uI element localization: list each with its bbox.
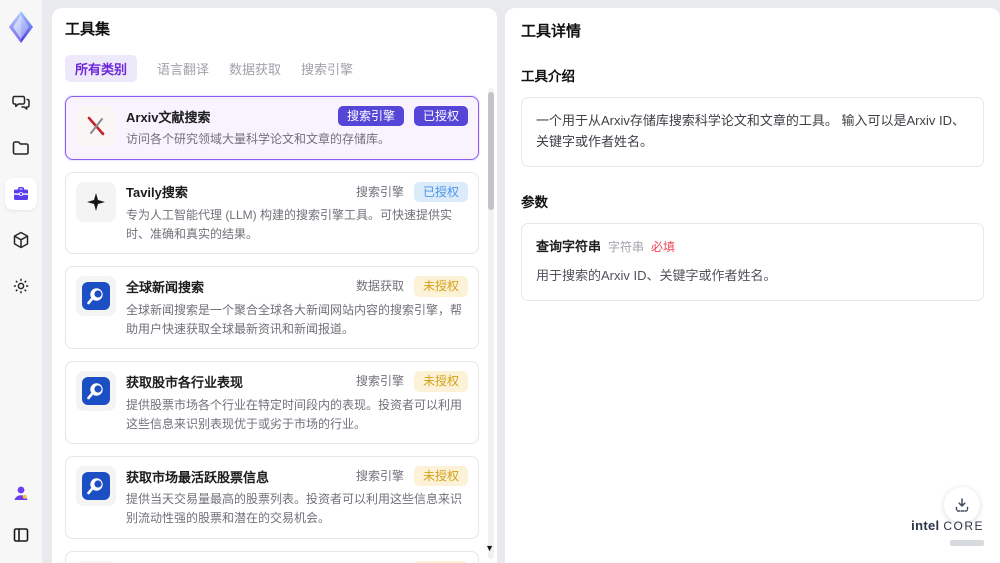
- chat-icon: [11, 92, 31, 112]
- intro-heading: 工具介绍: [521, 69, 575, 84]
- param-required-flag: 必填: [651, 239, 676, 254]
- sidebar-item-files[interactable]: [5, 132, 37, 164]
- app-sidebar: [0, 0, 42, 563]
- intel-sub-badge: [950, 540, 984, 546]
- sidebar-item-settings[interactable]: [5, 270, 37, 302]
- auth-status-badge: 已授权: [413, 106, 468, 127]
- sidebar-item-tools[interactable]: [5, 178, 37, 210]
- category-label: 搜索引擎: [355, 374, 404, 389]
- tool-list: Arxiv文献搜索 搜索引擎 已授权 访问各个研究领域大量科学论文和文章的存储库…: [65, 96, 479, 563]
- tool-description: 提供当天交易量最高的股票列表。投资者可以利用这些信息来识别流动性强的股票和潜在的…: [126, 492, 463, 526]
- intel-core-logo: intel core: [911, 518, 984, 551]
- tool-title: 获取股市各行业表现: [126, 374, 244, 390]
- toolbox-icon: [11, 184, 31, 204]
- auth-status-badge: 未授权: [413, 465, 468, 487]
- core-wordmark: core: [943, 519, 984, 533]
- intel-wordmark: intel: [911, 518, 940, 533]
- tool-details-panel: 工具详情 工具介绍 一个用于从Arxiv存储库搜索科学论文和文章的工具。 输入可…: [505, 8, 1000, 563]
- tab-language-translation[interactable]: 语言翻译: [157, 59, 209, 78]
- scrollbar-thumb[interactable]: [488, 92, 494, 210]
- category-tabs: 所有类别 语言翻译 数据获取 搜索引擎: [65, 55, 484, 82]
- cube-icon: [11, 230, 31, 250]
- tool-intro-box: 一个用于从Arxiv存储库搜索科学论文和文章的工具。 输入可以是Arxiv ID…: [521, 97, 984, 167]
- tool-description: 访问各个研究领域大量科学论文和文章的存储库。: [126, 132, 391, 147]
- tool-description: 提供股票市场各个行业在特定时间段内的表现。投资者可以利用这些信息来识别表现优于或…: [126, 397, 463, 431]
- category-label: 搜索引擎: [355, 468, 404, 483]
- param-description: 用于搜索的Arxiv ID、关键字或作者姓名。: [536, 268, 777, 284]
- gear-icon: [11, 276, 31, 296]
- sidebar-item-plugins[interactable]: [5, 224, 37, 256]
- tool-description: 专为人工智能代理 (LLM) 构建的搜索引擎工具。可快速提供实时、准确和真实的结…: [126, 207, 453, 242]
- category-badge: 搜索引擎: [337, 106, 404, 127]
- arxiv-icon: [76, 106, 116, 146]
- user-avatar[interactable]: [5, 477, 37, 509]
- news-search-icon: [76, 276, 116, 317]
- stock-sector-icon: [76, 371, 116, 412]
- tool-card-arxiv[interactable]: Arxiv文献搜索 搜索引擎 已授权 访问各个研究领域大量科学论文和文章的存储库…: [65, 96, 479, 160]
- param-name: 查询字符串: [536, 238, 602, 254]
- tool-title: 获取市场最活跃股票信息: [126, 469, 270, 485]
- tab-all-categories[interactable]: 所有类别: [65, 55, 138, 82]
- tools-panel: 工具集 所有类别 语言翻译 数据获取 搜索引擎 Arxiv文献搜索 搜索引擎 已…: [52, 8, 497, 563]
- tool-card-regional-news[interactable]: 万维地区新闻查询 搜索引擎 未授权 查询具体行政区划内的新闻，快速了解各地新闻动: [65, 550, 479, 563]
- auth-status-badge: 未授权: [413, 371, 468, 392]
- folder-icon: [11, 138, 31, 158]
- sidebar-nav: [5, 86, 37, 302]
- tool-card-tavily[interactable]: Tavily搜索 搜索引擎 已授权 专为人工智能代理 (LLM) 构建的搜索引擎…: [65, 171, 479, 255]
- details-panel-title: 工具详情: [521, 23, 582, 40]
- sidebar-bottom: [5, 477, 37, 551]
- category-label: 数据获取: [355, 279, 404, 294]
- tool-title: Arxiv文献搜索: [126, 109, 211, 125]
- auth-status-badge: 已授权: [413, 181, 468, 202]
- tools-panel-title: 工具集: [65, 21, 111, 38]
- tool-card-global-news[interactable]: 全球新闻搜索 数据获取 未授权 全球新闻搜索是一个聚合全球各大新闻网站内容的搜索…: [65, 266, 479, 350]
- tool-card-active-stocks[interactable]: 获取市场最活跃股票信息 搜索引擎 未授权 提供当天交易量最高的股票列表。投资者可…: [65, 455, 479, 539]
- tool-description: 全球新闻搜索是一个聚合全球各大新闻网站内容的搜索引擎，帮助用户快速获取全球最新资…: [126, 302, 463, 336]
- tool-title: 全球新闻搜索: [126, 280, 205, 296]
- panel-toggle-icon: [12, 526, 30, 544]
- sidebar-item-chat[interactable]: [5, 86, 37, 118]
- tab-search-engine[interactable]: 搜索引擎: [301, 59, 353, 78]
- collapse-sidebar-button[interactable]: [5, 519, 37, 551]
- tavily-icon: [76, 181, 116, 222]
- tool-card-stock-sectors[interactable]: 获取股市各行业表现 搜索引擎 未授权 提供股票市场各个行业在特定时间段内的表现。…: [65, 361, 479, 444]
- scroll-down-indicator[interactable]: ▼: [485, 544, 494, 553]
- list-scrollbar[interactable]: [488, 88, 494, 559]
- download-icon: [953, 496, 971, 514]
- tab-data-fetch[interactable]: 数据获取: [229, 59, 281, 78]
- user-icon: [11, 483, 31, 503]
- category-label: 搜索引擎: [355, 184, 404, 199]
- app-logo-icon: [6, 10, 36, 44]
- params-heading: 参数: [521, 194, 548, 210]
- parameter-card: 查询字符串 字符串 必填 用于搜索的Arxiv ID、关键字或作者姓名。: [521, 222, 984, 302]
- tool-title: Tavily搜索: [126, 185, 188, 201]
- stock-active-icon: [76, 465, 116, 506]
- auth-status-badge: 未授权: [413, 276, 468, 297]
- param-type: 字符串: [608, 239, 645, 254]
